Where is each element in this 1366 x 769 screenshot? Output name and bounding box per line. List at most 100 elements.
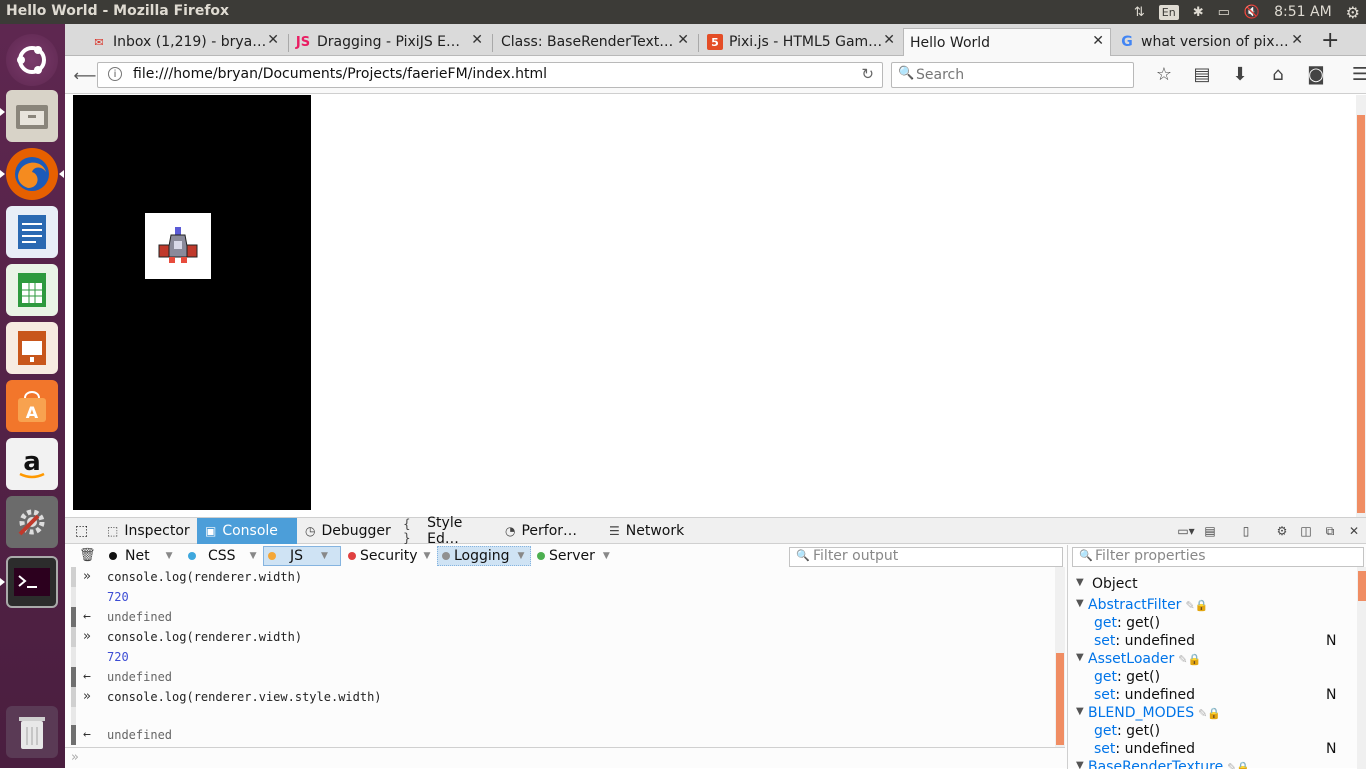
spaceship-sprite[interactable] [145, 213, 211, 279]
filter-output-input[interactable]: 🔍 Filter output [789, 547, 1063, 567]
property-row[interactable]: set: undefined N [1068, 633, 1358, 651]
keyboard-language-indicator[interactable]: En [1158, 4, 1179, 20]
firefox-icon[interactable] [6, 148, 58, 200]
dock-side-icon[interactable]: ◫ [1294, 518, 1318, 544]
filter-logging[interactable]: Logging ▼ [437, 546, 531, 566]
expand-triangle-icon[interactable]: ▼ [1076, 706, 1084, 717]
bookmark-star-icon[interactable]: ☆ [1145, 62, 1183, 88]
expand-triangle-icon[interactable]: ▼ [1076, 652, 1084, 663]
clear-console-trash-icon[interactable]: 🗑 [79, 548, 96, 563]
js-dot-icon [268, 552, 276, 560]
tab-inbox[interactable]: ✉ Inbox (1,219) - brya… ✕ [85, 28, 285, 56]
tab-google-search[interactable]: G what version of pix… ✕ [1113, 28, 1309, 56]
terminal-icon[interactable] [6, 556, 58, 608]
clock[interactable]: 8:51 AM [1274, 4, 1332, 20]
software-center-icon[interactable]: A [6, 380, 58, 432]
console-result-row[interactable]: ← undefined [71, 725, 1061, 745]
close-devtools-icon[interactable]: ✕ [1342, 518, 1366, 544]
tab-label: Dragging - PixiJS E… [317, 34, 461, 50]
reading-list-icon[interactable]: ▤ [1183, 62, 1221, 88]
libreoffice-writer-icon[interactable] [6, 206, 58, 258]
settings-gear-icon[interactable]: ⚙ [1346, 3, 1360, 22]
property-row[interactable]: ▼ Object [1068, 576, 1358, 594]
css-dot-icon [188, 552, 196, 560]
property-row[interactable]: ▼ AbstractFilter ✎🔒 [1068, 597, 1358, 615]
network-list-icon: ☰ [609, 524, 620, 538]
libreoffice-impress-icon[interactable] [6, 322, 58, 374]
filter-properties-input[interactable]: 🔍 Filter properties [1072, 547, 1364, 567]
new-tab-plus-icon[interactable]: + [1321, 28, 1339, 53]
split-console-icon[interactable]: ▭▾ [1174, 518, 1198, 544]
property-row[interactable]: ▼ BLEND_MODES ✎🔒 [1068, 705, 1358, 723]
tab-debugger[interactable]: ◷ Debugger [297, 518, 395, 544]
pick-element-icon[interactable]: ⬚ [67, 518, 95, 544]
network-arrows-icon[interactable]: ⇅ [1134, 5, 1145, 20]
libreoffice-calc-icon[interactable] [6, 264, 58, 316]
console-scrollbar[interactable] [1055, 567, 1065, 747]
url-text: file:///home/bryan/Documents/Projects/fa… [133, 66, 548, 82]
property-row[interactable]: get: get() [1068, 615, 1358, 633]
expand-triangle-icon[interactable]: ▼ [1076, 577, 1084, 588]
property-row[interactable]: ▼ AssetLoader ✎🔒 [1068, 651, 1358, 669]
back-arrow-icon[interactable]: ⟵ [73, 63, 97, 87]
reload-icon[interactable]: ↻ [861, 65, 874, 83]
console-result-row[interactable]: ← undefined [71, 667, 1061, 687]
bluetooth-icon[interactable]: ✱ [1193, 5, 1204, 20]
property-row[interactable]: get: get() [1068, 723, 1358, 741]
undock-window-icon[interactable]: ⧉ [1318, 518, 1342, 544]
url-bar[interactable]: i file:///home/bryan/Documents/Projects/… [97, 62, 883, 88]
tab-style-editor[interactable]: { } Style Ed… [395, 515, 495, 547]
console-input-row[interactable]: » console.log(renderer.width) [71, 627, 1061, 647]
tab-console[interactable]: ▣ Console [197, 518, 297, 544]
responsive-design-icon[interactable]: ▯ [1234, 518, 1258, 544]
properties-scrollbar[interactable] [1357, 567, 1366, 769]
hamburger-menu-icon[interactable]: ☰ [1341, 62, 1366, 88]
system-settings-icon[interactable] [6, 496, 58, 548]
navigation-toolbar: ⟵ i file:///home/bryan/Documents/Project… [65, 56, 1366, 94]
tab-performance[interactable]: ◔ Perfor… [497, 518, 595, 544]
console-input-row[interactable]: » console.log(renderer.width) [71, 567, 1061, 587]
scratchpad-icon[interactable]: ▤ [1198, 518, 1222, 544]
property-row[interactable]: set: undefined N [1068, 687, 1358, 705]
pocket-icon[interactable]: ◙ [1297, 62, 1335, 88]
console-result-row[interactable]: ← undefined [71, 607, 1061, 627]
tab-close-icon[interactable]: ✕ [1291, 32, 1303, 48]
tab-inspector[interactable]: ⬚ Inspector [99, 518, 197, 544]
amazon-icon[interactable]: a [6, 438, 58, 490]
tab-baserendertexture[interactable]: Class: BaseRenderText… ✕ [495, 28, 695, 56]
page-scrollbar[interactable] [1356, 95, 1366, 517]
tab-dragging-pixijs[interactable]: JS Dragging - PixiJS E… ✕ [289, 28, 489, 56]
tab-close-icon[interactable]: ✕ [677, 32, 689, 48]
filter-net[interactable]: Net ▼ [105, 546, 177, 566]
tab-label: Class: BaseRenderText… [501, 34, 674, 50]
console-command-input[interactable]: » [65, 747, 1065, 769]
tab-close-icon[interactable]: ✕ [267, 32, 279, 48]
home-icon[interactable]: ⌂ [1259, 62, 1297, 88]
devtools-toolbar-icons: ▭▾ ▤ ▯ ⚙ ◫ ⧉ ✕ [1174, 518, 1366, 544]
tab-network[interactable]: ☰ Network [601, 518, 701, 544]
battery-icon[interactable]: ▭ [1218, 5, 1230, 20]
filter-css[interactable]: CSS ▼ [184, 546, 260, 566]
tab-hello-world[interactable]: Hello World ✕ [903, 28, 1111, 57]
expand-triangle-icon[interactable]: ▼ [1076, 598, 1084, 609]
pixi-canvas[interactable] [73, 95, 311, 510]
files-icon[interactable] [6, 90, 58, 142]
tab-close-icon[interactable]: ✕ [471, 32, 483, 48]
tab-close-icon[interactable]: ✕ [883, 32, 895, 48]
tab-close-icon[interactable]: ✕ [1092, 33, 1104, 49]
trash-icon[interactable] [6, 706, 58, 758]
filter-js[interactable]: JS ▼ [263, 546, 341, 566]
volume-muted-icon[interactable]: 🔇 [1244, 5, 1260, 20]
search-input[interactable]: 🔍 Search [891, 62, 1134, 88]
info-icon[interactable]: i [108, 67, 122, 81]
filter-security[interactable]: Security ▼ [344, 546, 434, 566]
console-input-row[interactable]: » console.log(renderer.view.style.width) [71, 687, 1061, 707]
ubuntu-dash-icon[interactable] [6, 34, 58, 86]
property-row[interactable]: get: get() [1068, 669, 1358, 687]
tab-pixijs-html5[interactable]: 5 Pixi.js - HTML5 Gam… ✕ [701, 28, 901, 56]
page-content [65, 95, 1356, 517]
filter-server[interactable]: Server ▼ [533, 546, 614, 566]
devtools-settings-icon[interactable]: ⚙ [1270, 518, 1294, 544]
downloads-arrow-icon[interactable]: ⬇ [1221, 62, 1259, 88]
property-row[interactable]: set: undefined N [1068, 741, 1358, 759]
